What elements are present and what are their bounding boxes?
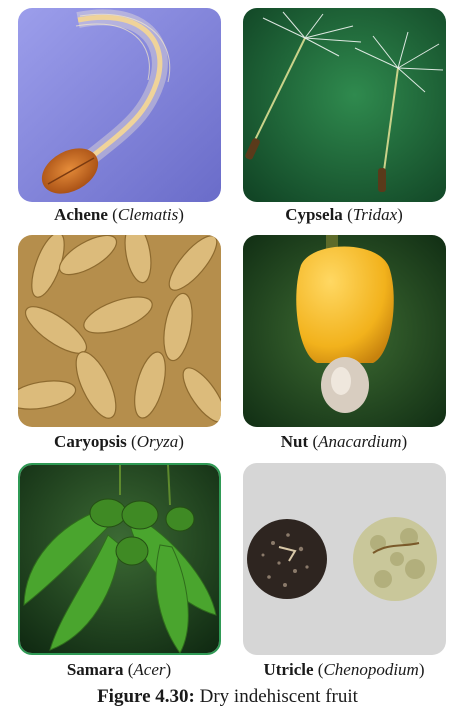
- fruit-genus: Clematis: [117, 205, 179, 224]
- achene-image: [18, 8, 221, 202]
- cypsela-image: [243, 8, 446, 202]
- samara-image: [18, 463, 221, 655]
- caryopsis-image: [18, 235, 221, 427]
- figure-title: Dry indehiscent fruit: [199, 686, 358, 707]
- fruit-type: Utricle: [263, 660, 314, 679]
- fruit-genus: Anacardium: [318, 432, 402, 451]
- samara-caption: Samara (Acer): [66, 660, 172, 679]
- caryopsis-caption: Caryopsis (Oryza): [54, 432, 184, 451]
- utricle-image: [243, 463, 446, 655]
- fruit-type: Caryopsis: [54, 432, 127, 451]
- fruit-type: Achene: [54, 205, 108, 224]
- fruit-type: Nut: [280, 432, 309, 451]
- nut-caption: Nut (Anacardium): [280, 432, 408, 451]
- fruit-genus: Acer: [133, 660, 166, 679]
- fruit-type: Cypsela: [285, 205, 343, 224]
- figure-caption: Figure 4.30: Dry indehiscent fruit: [0, 686, 455, 708]
- figure-label: Figure 4.30:: [97, 686, 195, 707]
- nut-image: [243, 235, 446, 427]
- fruit-genus: Chenopodium: [323, 660, 419, 679]
- cypsela-caption: Cypsela (Tridax): [285, 205, 403, 224]
- fruit-genus: Tridax: [352, 205, 398, 224]
- utricle-caption: Utricle (Chenopodium): [263, 660, 425, 679]
- fruit-genus: Oryza: [136, 432, 179, 451]
- fruit-type: Samara: [66, 660, 124, 679]
- achene-caption: Achene (Clematis): [54, 205, 184, 224]
